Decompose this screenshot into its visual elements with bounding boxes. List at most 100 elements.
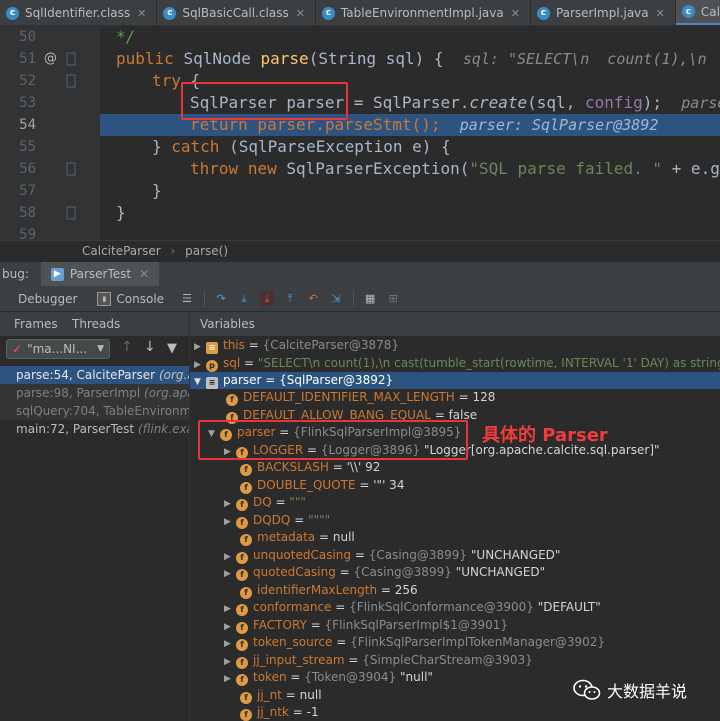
tab-parserimpl[interactable]: c ParserImpl.java ✕	[531, 0, 676, 25]
console-tab[interactable]: ▮ Console	[93, 291, 168, 306]
expand-arrow-icon[interactable]: ▶	[224, 566, 236, 583]
arrow-down-icon[interactable]: ↓	[144, 339, 156, 355]
code-line-58: }	[116, 203, 126, 222]
variable-row-metadata[interactable]: f metadata = null	[190, 529, 720, 546]
trace-icon[interactable]: ⊞	[386, 292, 400, 306]
test-run-icon: ▶	[50, 267, 64, 281]
frame-row[interactable]: parse:54, CalciteParser (org.ap	[0, 366, 189, 384]
code-line-51: public SqlNode parse(String sql) { sql: …	[116, 49, 720, 68]
static-field-icon: f	[236, 498, 248, 511]
debug-title-bar: bug: ▶ ParserTest ✕	[0, 262, 720, 286]
line-number: 57	[19, 183, 36, 199]
fold-marker-icon[interactable]	[66, 74, 76, 88]
code-line-57: }	[152, 181, 162, 200]
drop-frame-icon[interactable]: ↶	[306, 292, 320, 306]
check-icon: ✓	[12, 342, 23, 356]
line-number: 56	[19, 161, 36, 177]
close-icon[interactable]: ✕	[137, 7, 146, 20]
close-icon[interactable]: ✕	[296, 7, 305, 20]
tab-sqlbasiccall[interactable]: c SqlBasicCall.class ✕	[157, 0, 316, 25]
class-file-icon: c	[536, 6, 550, 20]
close-icon[interactable]: ✕	[139, 267, 149, 281]
fold-marker-icon[interactable]	[66, 162, 76, 176]
breadcrumb-method[interactable]: parse()	[185, 244, 228, 258]
variable-row-conformance[interactable]: ▶ f conformance = {FlinkSqlConformance@390…	[190, 599, 720, 616]
expand-arrow-icon[interactable]: ▶	[224, 671, 236, 688]
variable-row-double-quote[interactable]: f DOUBLE_QUOTE = '"' 34	[190, 477, 720, 494]
close-icon[interactable]: ✕	[511, 7, 520, 20]
filter-icon[interactable]: ▼	[167, 341, 177, 356]
threads-tab[interactable]: Threads	[72, 317, 120, 331]
tab-sqlidentifier[interactable]: c SqlIdentifier.class ✕	[0, 0, 158, 25]
annotation-label: 具体的 Parser	[482, 425, 608, 446]
console-tab-label: Console	[116, 291, 165, 306]
expand-arrow-icon[interactable]: ▶	[224, 636, 236, 653]
debug-label: bug:	[2, 267, 29, 281]
expand-arrow-icon[interactable]: ▶	[224, 601, 236, 618]
fold-marker-icon[interactable]	[66, 52, 76, 66]
code-editor[interactable]: 50 51 52 53 54 55 56 57 58 59 @ */ publi…	[0, 26, 720, 240]
field-icon: f	[240, 533, 252, 546]
force-step-into-icon[interactable]: ⤓	[260, 291, 275, 306]
variable-row-unquoted-casing[interactable]: ▶ f unquotedCasing = {Casing@3899} "UNCHAN…	[190, 547, 720, 564]
variable-row-backslash[interactable]: f BACKSLASH = '\\' 92	[190, 459, 720, 476]
expand-arrow-icon[interactable]: ▶	[224, 496, 236, 513]
frame-row[interactable]: sqlQuery:704, TableEnvironme	[0, 402, 189, 420]
close-icon[interactable]: ✕	[656, 7, 665, 20]
step-into-icon[interactable]: ⤓	[237, 292, 251, 306]
variable-row-jj-ntk[interactable]: f jj_ntk = -1	[190, 704, 720, 721]
frame-row[interactable]: parse:98, ParserImpl (org.apac	[0, 384, 189, 402]
variable-row-dq[interactable]: ▶ f DQ = """	[190, 494, 720, 511]
variable-row-this[interactable]: ▶ ≡ this = {CalciteParser@3878}	[190, 337, 720, 354]
static-field-icon: f	[236, 516, 248, 529]
variable-row-dqdq[interactable]: ▶ f DQDQ = """"	[190, 512, 720, 529]
tab-label: TableEnvironmentImpl.java	[340, 6, 504, 20]
field-icon: f	[240, 691, 252, 704]
variable-row-sql[interactable]: ▶ p sql = "SELECT\n count(1),\n cast(tumbl…	[190, 355, 720, 372]
object-icon: ≡	[206, 341, 218, 354]
frames-tab[interactable]: Frames	[14, 317, 58, 331]
variables-header: Variables	[200, 317, 255, 331]
tab-label: SqlBasicCall.class	[182, 6, 289, 20]
thread-selector-label: "ma...NI...	[27, 342, 88, 356]
arrow-up-icon[interactable]: ↑	[121, 339, 133, 355]
expand-arrow-icon[interactable]: ▶	[194, 339, 206, 356]
run-to-cursor-icon[interactable]: ⇲	[329, 292, 343, 306]
debug-toolbar: Debugger ▮ Console ☰ ↷ ⤓ ⤓ ⤒ ↶ ⇲ ▦ ⊞	[0, 286, 720, 312]
chevron-down-icon: ▼	[97, 344, 104, 354]
tab-tableenvironmentimpl[interactable]: c TableEnvironmentImpl.java ✕	[316, 0, 531, 25]
thread-selector[interactable]: ✓ "ma...NI... ▼	[6, 339, 110, 359]
tab-calciteparser[interactable]: cCalciteParser.java✕	[675, 0, 720, 25]
variable-row-factory[interactable]: ▶ f FACTORY = {FlinkSqlParserImpl$1@3901}	[190, 617, 720, 634]
variable-row-default-identifier-max-length[interactable]: f DEFAULT_IDENTIFIER_MAX_LENGTH = 128	[190, 389, 720, 406]
evaluate-expression-icon[interactable]: ▦	[363, 292, 377, 306]
line-number: 59	[19, 227, 36, 240]
line-number: 51	[19, 51, 36, 67]
local-variable-icon: ≡	[206, 376, 218, 389]
class-file-icon: c	[6, 6, 19, 20]
variable-row-token-source[interactable]: ▶ f token_source = {FlinkSqlParserImplToke…	[190, 634, 720, 651]
layout-menu-icon[interactable]: ☰	[180, 292, 194, 306]
variable-row-parser-selected[interactable]: ▼ ≡ parser = {SqlParser@3892}	[190, 372, 720, 389]
fold-marker-icon[interactable]	[66, 206, 76, 220]
line-number: 52	[19, 73, 36, 89]
breadcrumb-class[interactable]: CalciteParser	[82, 244, 161, 258]
variable-row-identifier-max-length[interactable]: f identifierMaxLength = 256	[190, 582, 720, 599]
variables-panel: ▶ ≡ this = {CalciteParser@3878} ▶ p sql = "S…	[190, 336, 720, 721]
static-field-icon: f	[236, 621, 248, 634]
parameter-icon: p	[206, 359, 218, 372]
step-out-icon[interactable]: ⤒	[283, 292, 297, 306]
frame-row[interactable]: main:72, ParserTest (flink.exar	[0, 420, 189, 438]
line-number: 58	[19, 205, 36, 221]
frames-panel: ✓ "ma...NI... ▼ ↑ ↓ ▼ parse:54, CalciteP…	[0, 336, 190, 721]
variable-row-jj-input-stream[interactable]: ▶ f jj_input_stream = {SimpleCharStream@39…	[190, 652, 720, 669]
debugger-tab[interactable]: Debugger	[14, 292, 81, 306]
variable-row-quoted-casing[interactable]: ▶ f quotedCasing = {Casing@3899} "UNCHANGE…	[190, 564, 720, 581]
breadcrumb: CalciteParser › parse()	[0, 240, 720, 262]
field-icon: f	[236, 603, 248, 616]
field-icon: f	[240, 708, 252, 721]
highlight-box-parser-decl	[181, 82, 348, 120]
debug-session-tab[interactable]: ▶ ParserTest ✕	[40, 262, 160, 286]
step-over-icon[interactable]: ↷	[214, 292, 228, 306]
watermark: 大数据羊说	[573, 678, 687, 702]
